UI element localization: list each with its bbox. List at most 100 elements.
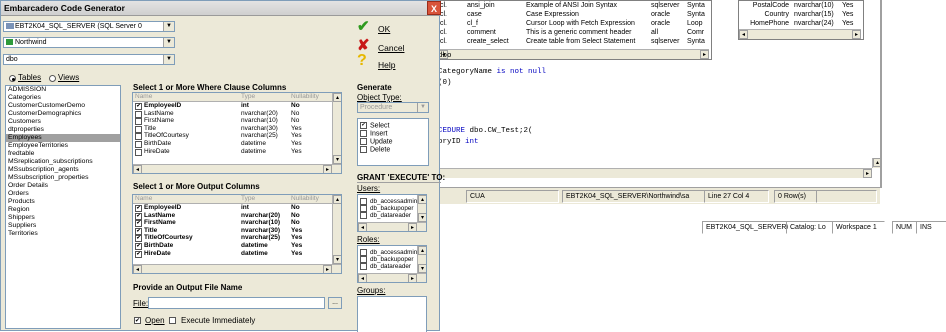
object-list-item[interactable]: dtproperties [6,126,120,134]
statement-option-update[interactable]: Update [360,138,393,146]
tables-radio[interactable] [9,75,16,82]
execute-immediately-checkbox[interactable] [169,317,176,324]
object-list-item[interactable]: Shippers [6,214,120,222]
grid-row[interactable]: ✔ FirstName nvarchar(10) No [133,219,341,228]
role-checkbox[interactable] [360,256,367,263]
scroll-down-icon[interactable]: ▾ [418,264,426,273]
statement-checkbox[interactable] [360,138,367,145]
user-item[interactable]: db_backupoper [360,205,413,212]
role-hscroll[interactable]: ◂ ▸ [358,273,426,282]
scroll-left-icon[interactable]: ◂ [133,165,142,173]
dialog-titlebar[interactable]: Embarcadero Code Generator X [1,1,441,16]
object-list-item[interactable]: Orders [6,190,120,198]
roles-listbox[interactable]: db_accessadmin db_backupoper db_datareader… [357,245,427,283]
scroll-down-icon[interactable]: ▾ [333,255,341,264]
snippet-row[interactable]: cl. cl_f Cursor Loop with Fetch Expression… [439,20,711,29]
object-list-item[interactable]: Customers [6,118,120,126]
scroll-down-icon[interactable]: ▾ [418,213,426,222]
grid-row[interactable]: ✔ Title nvarchar(30) Yes [133,227,341,235]
role-item[interactable]: db_datareader [360,263,411,270]
where-columns-grid[interactable]: Name Type Nullability ✔ EmployeeID int No La… [132,92,342,174]
chevron-down-icon[interactable]: ▼ [163,55,174,64]
where-hscroll[interactable]: ◂ ▸ [133,164,341,173]
chevron-down-icon[interactable]: ▼ [417,103,428,112]
database-combo[interactable]: Northwind ▼ [3,37,175,48]
where-vscroll[interactable]: ▴ ▾ [332,93,341,164]
columns-hscroll[interactable]: ◂ ▸ [739,29,861,39]
scroll-up-icon[interactable]: ▴ [418,246,426,255]
column-row[interactable]: HomePhone nvarchar(24) Yes [739,20,863,29]
object-list-item[interactable]: MSsubscription_agents [6,166,120,174]
grid-row[interactable]: ✔ BirthDate datetime Yes [133,242,341,250]
object-list-item[interactable]: Territories [6,230,120,238]
grid-row[interactable]: Title nvarchar(30) Yes [133,125,341,133]
scroll-right-icon[interactable]: ▸ [408,274,417,282]
snippet-list[interactable]: cl. ansi_join Example of ANSI Join Syntax s… [438,0,712,60]
statement-option-select[interactable]: ✔ Select [360,122,389,130]
user-item[interactable]: db_datareader [360,212,411,219]
grid-row[interactable]: ✔ EmployeeID int No [133,102,341,110]
snippet-row[interactable]: cl. ansi_join Example of ANSI Join Syntax s… [439,2,711,11]
user-checkbox[interactable] [360,212,367,219]
output-columns-grid[interactable]: Name Type Nullability ✔ EmployeeID int No ✔ L… [132,194,342,274]
snippet-row[interactable]: cl. create_select Create table from Select… [439,38,711,47]
snippet-hscroll[interactable]: ◂ ▸ [439,49,709,59]
object-list-item[interactable]: fredtable [6,150,120,158]
close-icon[interactable]: X [427,1,441,15]
user-item[interactable]: db_accessadmin [360,198,417,205]
scroll-down-icon[interactable]: ▾ [333,155,341,164]
role-vscroll[interactable]: ▴ ▾ [417,246,426,273]
open-checkbox[interactable]: ✔ [134,317,141,324]
editor-hscroll[interactable]: ▸ [438,168,872,178]
scroll-left-icon[interactable]: ◂ [358,274,367,282]
users-listbox[interactable]: db_accessadmin db_backupoper db_datareader… [357,194,427,232]
scroll-up-icon[interactable]: ▴ [418,195,426,204]
scroll-left-icon[interactable]: ◂ [133,265,142,273]
browse-button[interactable]: ... [328,297,342,309]
grid-row[interactable]: HireDate datetime Yes [133,148,341,156]
groups-listbox[interactable] [357,296,427,332]
output-hscroll[interactable]: ◂ ▸ [133,264,341,273]
object-list-item[interactable]: Order Details [6,182,120,190]
chevron-down-icon[interactable]: ▼ [163,22,174,31]
statement-option-delete[interactable]: Delete [360,146,390,154]
object-type-combo[interactable]: Procedure ▼ [357,102,429,113]
owner-combo[interactable]: dbo ▼ [3,54,175,65]
help-button[interactable]: ? Help [355,52,405,73]
chevron-down-icon[interactable]: ▼ [163,38,174,47]
statement-option-insert[interactable]: Insert [360,130,388,138]
views-radio[interactable] [49,75,56,82]
statement-checkbox[interactable] [360,146,367,153]
user-vscroll[interactable]: ▴ ▾ [417,195,426,222]
grid-row[interactable]: BirthDate datetime Yes [133,140,341,148]
scroll-right-icon[interactable]: ▸ [863,169,872,178]
object-list-item[interactable]: CustomerCustomerDemo [6,102,120,110]
object-list-item[interactable]: Suppliers [6,222,120,230]
column-row[interactable]: PostalCode nvarchar(10) Yes [739,2,863,11]
snippet-row[interactable]: cl. comment This is a generic comment head… [439,29,711,38]
object-list-item[interactable]: Employees [6,134,120,142]
role-checkbox[interactable] [360,249,367,256]
object-listbox[interactable]: ADMISSION Categories CustomerCustomerDemo C… [5,85,121,329]
output-vscroll[interactable]: ▴ ▾ [332,195,341,264]
object-list-item[interactable]: Products [6,198,120,206]
column-row[interactable]: Country nvarchar(15) Yes [739,11,863,20]
ok-button[interactable]: ✔ OK [355,18,405,37]
object-list-item[interactable]: CustomerDemographics [6,110,120,118]
user-checkbox[interactable] [360,198,367,205]
scroll-up-icon[interactable]: ▴ [333,195,341,204]
scroll-right-icon[interactable]: ▸ [323,265,332,273]
scroll-left-icon[interactable]: ◂ [358,223,367,231]
grid-row[interactable]: ✔ LastName nvarchar(20) No [133,212,341,220]
grid-row[interactable]: TitleOfCourtesy nvarchar(25) Yes [133,132,341,141]
user-checkbox[interactable] [360,205,367,212]
scroll-right-icon[interactable]: ▸ [852,30,861,39]
object-list-item[interactable]: Categories [6,94,120,102]
role-item[interactable]: db_accessadmin [360,249,417,256]
row-checkbox[interactable] [135,148,142,156]
grid-row[interactable]: ✔ HireDate datetime Yes [133,250,341,258]
grid-row[interactable]: LastName nvarchar(20) No [133,110,341,118]
role-item[interactable]: db_backupoper [360,256,413,263]
object-list-item[interactable]: MSreplication_subscriptions [6,158,120,166]
snippet-row[interactable]: cl. case Case Expression oracle Synta [439,11,711,20]
